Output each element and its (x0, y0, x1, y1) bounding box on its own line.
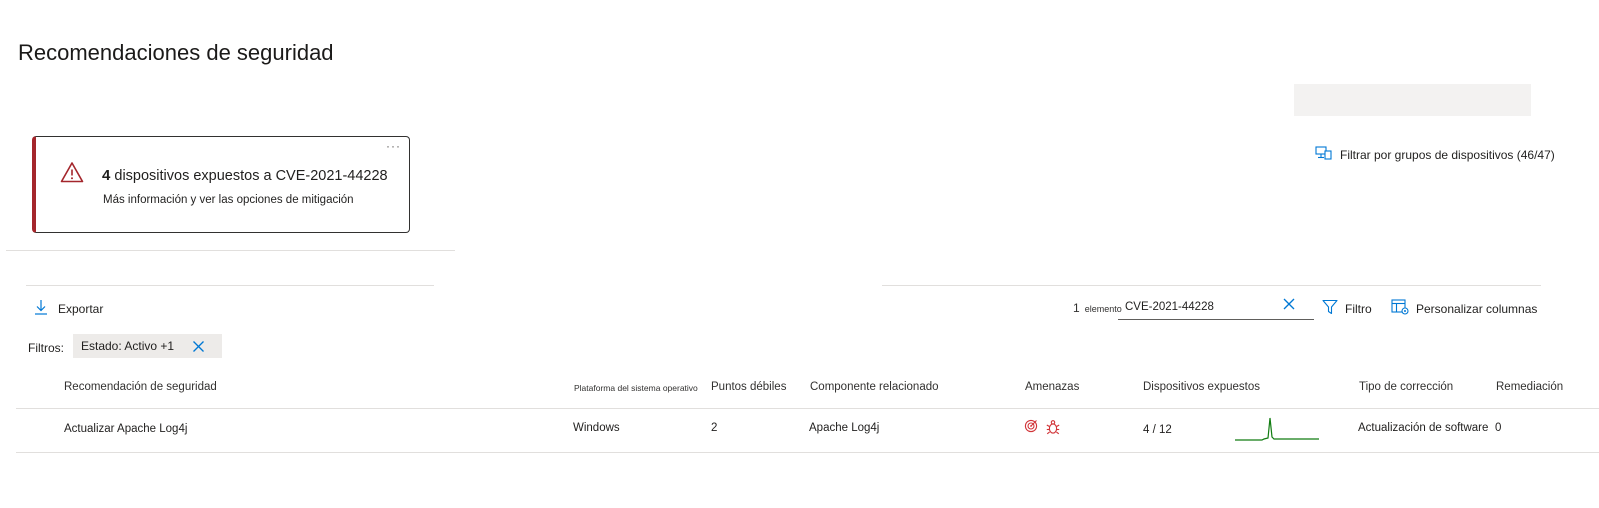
column-header-remediation[interactable]: Remediación (1496, 381, 1563, 393)
more-options-icon[interactable]: ··· (386, 139, 401, 153)
search-box (1118, 296, 1314, 320)
header-row-divider (16, 408, 1599, 409)
cell-os-platform: Windows (573, 422, 620, 434)
download-icon (34, 299, 48, 318)
alert-headline: 4 dispositivos expuestos a CVE-2021-4422… (102, 167, 388, 184)
columns-settings-icon (1391, 299, 1409, 318)
column-header-threats[interactable]: Amenazas (1025, 381, 1079, 393)
warning-icon (60, 161, 84, 188)
column-header-exposed-devices[interactable]: Dispositivos expuestos (1143, 381, 1260, 393)
filter-chip-label: Estado: Activo +1 (81, 339, 175, 353)
section-divider (6, 250, 455, 251)
toolbar-divider-right (882, 285, 1541, 286)
page-title: Recomendaciones de seguridad (18, 40, 334, 65)
cell-component: Apache Log4j (809, 422, 880, 434)
row-divider (16, 452, 1599, 453)
clear-search-icon[interactable] (1282, 297, 1296, 316)
export-button[interactable]: Exportar (34, 299, 103, 318)
mitigation-link[interactable]: Más información y ver las opciones de mi… (103, 194, 354, 206)
filter-button[interactable]: Filtro (1322, 299, 1372, 318)
item-count-word: elemento (1084, 304, 1122, 314)
cell-exposed-devices: 4 / 12 (1143, 424, 1172, 436)
exposed-count: 4 (102, 167, 111, 184)
toolbar-divider-left (26, 285, 434, 286)
filters-label: Filtros: (28, 341, 64, 355)
item-count-number: 1 (1073, 301, 1080, 315)
customize-columns-label: Personalizar columnas (1416, 301, 1538, 316)
cell-recommendation[interactable]: Actualizar Apache Log4j (64, 423, 187, 435)
column-header-weaknesses[interactable]: Puntos débiles (711, 381, 786, 393)
alert-headline-text: dispositivos expuestos a CVE-2021-44228 (114, 168, 388, 184)
device-groups-filter[interactable]: Filtrar por grupos de dispositivos (46/4… (1315, 146, 1555, 163)
export-label: Exportar (58, 301, 104, 316)
exposure-alert-card[interactable]: ··· 4 dispositivos expuestos a CVE-2021-… (32, 136, 410, 233)
device-groups-label: Filtrar por grupos de dispositivos (46/4… (1340, 147, 1555, 162)
item-count: 1 elemento (1073, 301, 1122, 315)
cell-weaknesses: 2 (711, 422, 718, 434)
filter-chip[interactable]: Estado: Activo +1 (73, 334, 222, 358)
target-icon[interactable] (1024, 419, 1038, 440)
column-header-os-platform[interactable]: Plataforma del sistema operativo (574, 383, 698, 393)
exposed-devices-trend-sparkline (1234, 416, 1320, 447)
cell-remediation-type: Actualización de software (1358, 422, 1489, 434)
column-header-remediation-type[interactable]: Tipo de corrección (1359, 381, 1453, 393)
cell-remediation: 0 (1495, 422, 1502, 434)
bug-icon[interactable] (1046, 419, 1060, 440)
loading-placeholder (1294, 84, 1531, 116)
cell-threats (1024, 419, 1060, 440)
column-header-recommendation[interactable]: Recomendación de seguridad (64, 381, 217, 393)
remove-filter-icon[interactable] (192, 340, 205, 353)
device-group-icon (1315, 146, 1333, 163)
column-header-component[interactable]: Componente relacionado (810, 381, 939, 393)
funnel-icon (1322, 299, 1338, 318)
filter-label: Filtro (1345, 301, 1372, 316)
search-input[interactable] (1125, 298, 1275, 316)
customize-columns-button[interactable]: Personalizar columnas (1391, 299, 1537, 318)
